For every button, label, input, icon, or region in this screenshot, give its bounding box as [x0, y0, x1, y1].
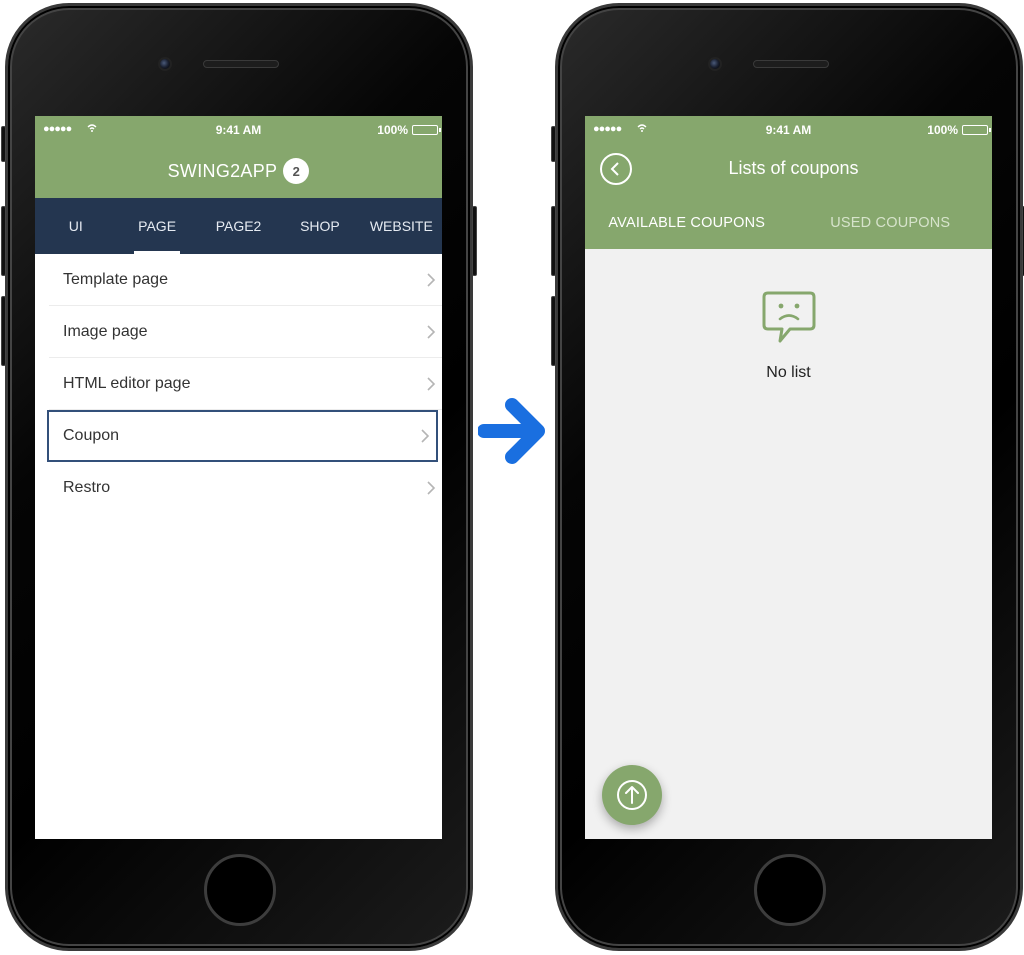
earpiece-speaker [203, 60, 279, 68]
app-header: SWING2APP 2 [35, 144, 442, 198]
upload-arrow-icon [617, 780, 647, 810]
tab-shop[interactable]: SHOP [279, 198, 360, 254]
volume-up-button [1, 206, 6, 276]
home-button [204, 854, 276, 926]
menu-item-restro[interactable]: Restro [49, 462, 442, 514]
chevron-right-icon [427, 376, 436, 391]
app-header: Lists of coupons [585, 144, 992, 196]
home-button [754, 854, 826, 926]
volume-up-button [551, 206, 556, 276]
right-phone-frame: ●●●●● 9:41 AM 100% Lists of coupons AVAI… [551, 3, 1024, 951]
chevron-right-icon [427, 272, 436, 287]
chevron-right-icon [427, 324, 436, 339]
battery-percent: 100% [927, 123, 958, 137]
notification-badge[interactable]: 2 [283, 158, 310, 184]
battery-icon [412, 125, 441, 135]
upload-fab-button[interactable] [602, 765, 662, 825]
app-title: SWING2APP [167, 160, 278, 181]
menu-item-html-editor-page[interactable]: HTML editor page [49, 358, 442, 410]
right-screen: ●●●●● 9:41 AM 100% Lists of coupons AVAI… [585, 116, 992, 839]
mute-switch [1, 126, 6, 162]
volume-down-button [1, 296, 6, 366]
sad-speech-bubble-icon [762, 291, 815, 343]
menu-item-label: Image page [63, 322, 148, 340]
tab-website[interactable]: WEBSITE [361, 198, 442, 254]
page-title: Lists of coupons [728, 158, 859, 178]
chevron-right-icon [421, 429, 430, 443]
menu-item-label: Coupon [63, 427, 120, 444]
empty-label: No list [766, 364, 811, 381]
empty-state: No list [585, 249, 992, 382]
tab-ui[interactable]: UI [35, 198, 116, 254]
top-tab-bar: UI PAGE PAGE2 SHOP WEBSITE [35, 198, 442, 254]
left-screen: ●●●●● 9:41 AM 100% SWING2APP 2 UI PAGE P… [35, 116, 442, 839]
power-button [472, 206, 477, 276]
page-menu-list: Template page Image page HTML editor pag… [35, 254, 442, 514]
battery-icon [962, 125, 991, 135]
coupon-tab-bar: AVAILABLE COUPONS USED COUPONS [585, 196, 992, 249]
menu-item-image-page[interactable]: Image page [49, 306, 442, 358]
menu-item-label: HTML editor page [63, 374, 191, 392]
battery-percent: 100% [377, 123, 408, 137]
status-bar: ●●●●● 9:41 AM 100% [585, 116, 992, 144]
mute-switch [551, 126, 556, 162]
front-camera [158, 57, 172, 71]
tab-used-coupons[interactable]: USED COUPONS [789, 215, 993, 231]
menu-item-template-page[interactable]: Template page [49, 254, 442, 306]
front-camera [708, 57, 722, 71]
arrow-right-icon [478, 398, 545, 464]
menu-item-label: Template page [63, 270, 168, 288]
chevron-right-icon [427, 481, 436, 495]
earpiece-speaker [753, 60, 829, 68]
tab-page2[interactable]: PAGE2 [198, 198, 279, 254]
tab-page[interactable]: PAGE [116, 198, 197, 254]
volume-down-button [551, 296, 556, 366]
menu-item-label: Restro [63, 479, 111, 496]
left-phone-frame: ●●●●● 9:41 AM 100% SWING2APP 2 UI PAGE P… [1, 3, 477, 951]
status-bar: ●●●●● 9:41 AM 100% [35, 116, 442, 144]
menu-item-coupon[interactable]: Coupon [47, 410, 438, 462]
tab-available-coupons[interactable]: AVAILABLE COUPONS [585, 215, 789, 231]
